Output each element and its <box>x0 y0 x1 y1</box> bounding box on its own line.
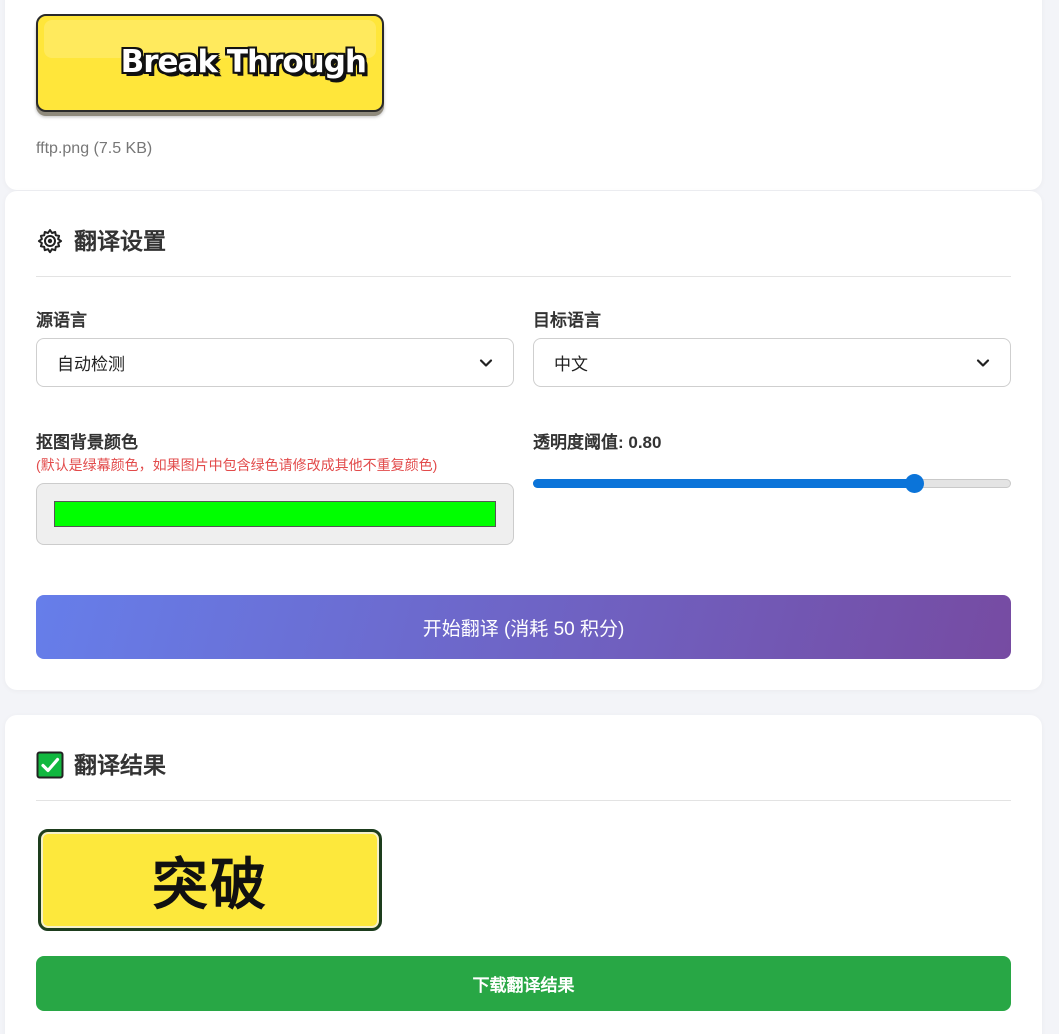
source-language-select[interactable]: 自动检测 <box>36 338 514 387</box>
target-language-value: 中文 <box>554 355 588 374</box>
result-image-button: 突破 <box>38 829 382 931</box>
matting-color-picker[interactable] <box>36 483 514 545</box>
result-image: 突破 <box>36 826 384 934</box>
uploaded-image-preview: Break Through <box>36 14 384 112</box>
result-title: 翻译结果 <box>74 752 166 778</box>
translation-settings-card: 翻译设置 源语言 自动检测 目标语言 中文 抠图背景颜色 (默认是绿幕颜色，如果… <box>5 191 1042 690</box>
settings-title: 翻译设置 <box>74 228 166 254</box>
threshold-slider[interactable] <box>533 473 1011 493</box>
threshold-label: 透明度阈值: 0.80 <box>533 433 662 452</box>
start-translation-button[interactable]: 开始翻译 (消耗 50 积分) <box>36 595 1011 659</box>
target-language-label: 目标语言 <box>533 311 601 330</box>
check-mark-icon <box>36 751 64 779</box>
slider-thumb[interactable] <box>905 474 925 493</box>
upload-card: Break Through fftp.png (7.5 KB) <box>5 0 1042 190</box>
slider-fill <box>533 479 916 488</box>
matting-color-label: 抠图背景颜色 <box>36 433 138 452</box>
source-language-label: 源语言 <box>36 311 87 330</box>
settings-header: 翻译设置 <box>36 227 1011 277</box>
color-swatch[interactable] <box>54 501 496 527</box>
chevron-down-icon <box>479 358 493 367</box>
chevron-down-icon <box>976 358 990 367</box>
matting-color-hint: (默认是绿幕颜色，如果图片中包含绿色请修改成其他不重复颜色) <box>36 457 438 473</box>
download-result-button[interactable]: 下载翻译结果 <box>36 956 1011 1011</box>
result-header: 翻译结果 <box>36 751 1011 801</box>
preview-image-text: Break Through <box>120 44 367 80</box>
gear-icon <box>37 229 63 254</box>
target-language-select[interactable]: 中文 <box>533 338 1011 387</box>
translation-result-card: 翻译结果 突破 下载翻译结果 <box>5 715 1042 1034</box>
result-image-text: 突破 <box>152 852 268 918</box>
source-language-value: 自动检测 <box>57 355 125 374</box>
file-info: fftp.png (7.5 KB) <box>36 140 153 157</box>
